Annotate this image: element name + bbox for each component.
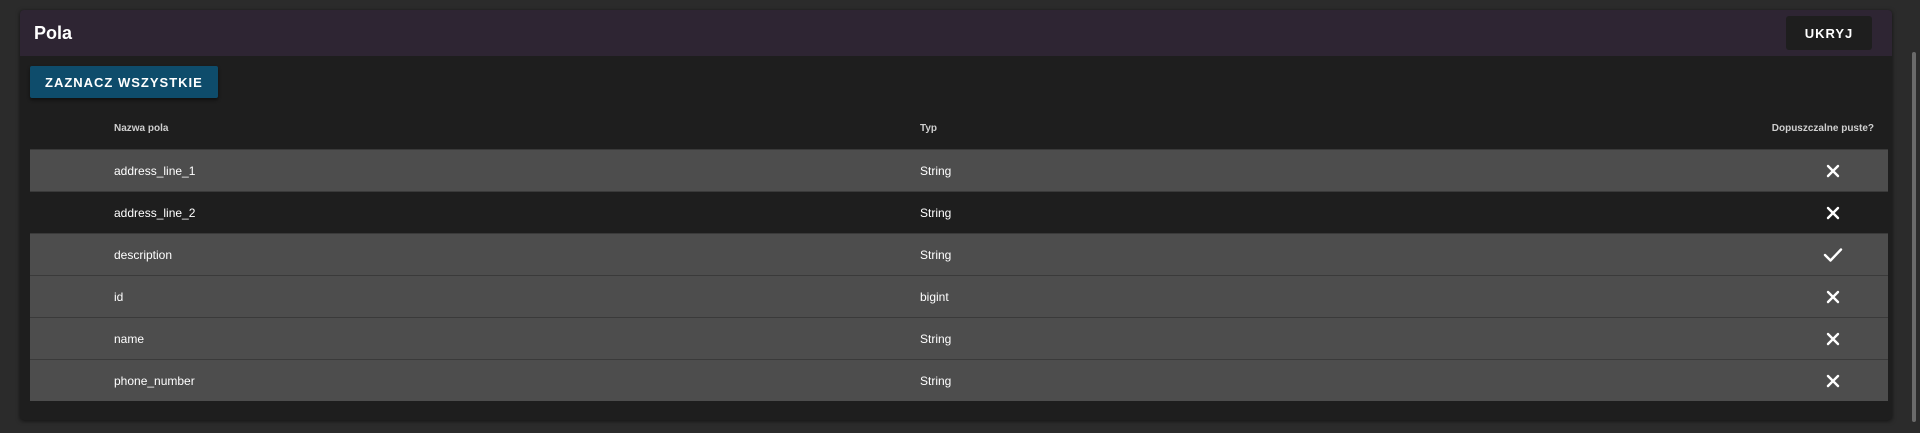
field-name: id — [114, 289, 124, 304]
field-name: address_line_2 — [114, 205, 196, 220]
table-header: Nazwa pola Typ Dopuszczalne puste? — [30, 107, 1888, 149]
table-row: description String — [30, 233, 1888, 275]
field-name: description — [114, 247, 173, 262]
column-header-name: Nazwa pola — [114, 122, 169, 134]
select-all-button[interactable]: ZAZNACZ WSZYSTKIE — [30, 66, 218, 98]
panel-title: Pola — [34, 22, 73, 43]
table-row: name String — [30, 317, 1888, 359]
close-icon — [1826, 374, 1840, 388]
table-row: address_line_1 String — [30, 149, 1888, 191]
field-type: String — [920, 247, 952, 262]
close-icon — [1826, 290, 1840, 304]
panel-header: Pola UKRYJ — [20, 10, 1892, 56]
fields-table: Nazwa pola Typ Dopuszczalne puste? addre… — [30, 107, 1888, 401]
close-icon — [1826, 206, 1840, 220]
hide-button[interactable]: UKRYJ — [1786, 16, 1872, 50]
field-type: bigint — [920, 289, 949, 304]
field-type: String — [920, 331, 952, 346]
scrollbar[interactable] — [1912, 52, 1916, 422]
field-type: String — [920, 205, 952, 220]
field-name: phone_number — [114, 373, 195, 388]
field-type: String — [920, 373, 952, 388]
field-name: name — [114, 331, 145, 346]
table-row: address_line_2 String — [30, 191, 1888, 233]
table-row: phone_number String — [30, 359, 1888, 401]
column-header-nullable: Dopuszczalne puste? — [1771, 122, 1874, 134]
close-icon — [1826, 164, 1840, 178]
table-row: id bigint — [30, 275, 1888, 317]
field-type: String — [920, 163, 952, 178]
panel-body: ZAZNACZ WSZYSTKIE Nazwa pola Typ Dopuszc… — [20, 56, 1892, 401]
check-icon — [1823, 247, 1843, 263]
close-icon — [1826, 332, 1840, 346]
column-header-type: Typ — [920, 122, 938, 134]
field-name: address_line_1 — [114, 163, 196, 178]
fields-panel: Pola UKRYJ ZAZNACZ WSZYSTKIE Nazwa pola … — [20, 10, 1892, 420]
